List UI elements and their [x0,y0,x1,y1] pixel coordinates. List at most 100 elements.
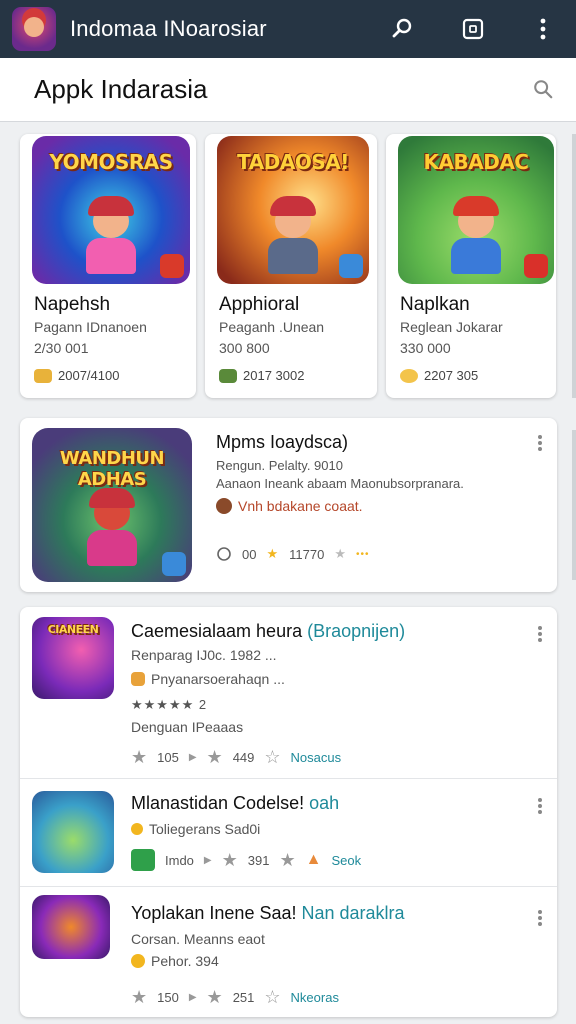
stat-label: Seok [331,852,362,868]
app-thumbnail: CIANEEN [32,617,114,699]
app-stats: ★ 105 ▶ ★ 449 ☆ Nosacus [131,747,341,768]
app-thumbnail [32,791,114,873]
artwork-title: KABADAC [423,150,529,174]
app-subtitle: Corsan. Meanns eaot [131,931,265,947]
app-title: Yoplakan Inene Saa! Nan daraklra [131,903,405,924]
search-icon[interactable] [532,78,554,105]
app-title: Indomaa INoarosiar [70,16,267,41]
title-accent: Nan daraklra [301,903,405,923]
app-title: Mpms Ioaydsca) [216,432,349,452]
next-card-peek [572,134,576,398]
top-bar-actions [388,14,558,44]
stat-value: 150 [157,990,179,1005]
app-downloads: 300 800 [219,340,270,356]
badge-icon [160,254,184,278]
meta-text: 2017 3002 [243,368,305,383]
tag-row: Pnyanarsoerahaqn ... [131,671,285,687]
app-list: CIANEEN Caemesialaam heura (Braopnijen) … [20,607,557,1017]
list-item[interactable]: Mlanastidan Codelse! oah Toliegerans Sad… [20,779,557,887]
title-text: Caemesialaam heura [131,621,303,641]
highlight-text: Vnh bdakane coaat. [238,498,363,514]
featured-app-card[interactable]: KABADAC Naplkan Reglean Jokarar 330 000 … [386,134,556,398]
search-icon[interactable] [388,14,418,44]
category-icon [34,368,52,383]
artwork-title: TADAOSA! [237,150,349,174]
app-stats: ★ 150 ▶ ★ 251 ☆ Nkeoras [131,987,339,1008]
badge-icon [524,254,548,278]
category-icon [400,368,418,383]
search-bar[interactable]: Appk Indarasia [0,58,576,122]
app-artwork: YOMOSRAS [32,136,190,284]
star-rating: ★★★★★ 2 [131,697,208,712]
flag-icon: ▶ [203,854,212,866]
search-query-text: Appk Indarasia [34,74,208,104]
badge-icon [339,254,363,278]
app-artwork: TADAOSA! [217,136,369,284]
category-icon [219,368,237,383]
star-icon: ★ [206,747,223,767]
tag-text: Pnyanarsoerahaqn ... [151,671,285,687]
star-icon: ★ [206,987,223,1007]
app-meta: 2007/4100 [34,368,119,383]
app-meta: 2207 305 [400,368,478,383]
app-name: Naplkan [400,294,470,315]
app-downloads: 330 000 [400,340,451,356]
meta-text: 2207 305 [424,368,479,383]
star-icon: ★ [221,849,238,870]
wide-app-card[interactable]: WANDHUN ADHAS Mpms Ioaydsca) Rengun. Pel… [20,418,557,592]
more-options-icon[interactable] [537,797,543,820]
app-title: Mlanastidan Codelse! oah [131,793,339,814]
more-options-icon[interactable] [537,625,543,648]
app-thumbnail [32,895,110,959]
stat-label: Nosacus [290,750,342,765]
stat-value: Imdo [165,852,194,868]
star-icon: ★ [266,546,280,561]
app-logo-icon[interactable] [12,7,56,51]
stat-value: 391 [247,852,270,868]
character-icon [77,486,147,566]
tag-text: Pehor. 394 [151,953,219,969]
artwork-title: YOMOSRAS [49,150,173,174]
star-icon: ★ [131,987,148,1007]
app-developer: Peaganh .Unean [219,319,325,335]
list-item[interactable]: Yoplakan Inene Saa! Nan daraklra Corsan.… [20,887,557,1017]
app-title: Caemesialaam heura (Braopnijen) [131,621,405,642]
rating-count: 11770 [289,546,325,562]
coin-icon [131,954,145,968]
featured-app-card[interactable]: TADAOSA! Apphioral Peaganh .Unean 300 80… [205,134,377,398]
featured-app-card[interactable]: YOMOSRAS Napehsh Pagann IDnanoen 2/30 00… [20,134,196,398]
star-icon: ★ [334,546,346,561]
person-icon: ▲ [305,851,322,868]
title-accent: oah [309,793,340,813]
star-outline-icon: ☆ [264,987,281,1007]
flag-icon: ▶ [188,752,197,763]
stat-value: 449 [232,750,255,765]
app-name: Apphioral [219,294,300,315]
title-accent: (Braopnijen) [307,621,406,641]
stat-label: Nkeoras [290,990,339,1005]
app-category: Denguan IPeaaas [131,719,244,735]
top-app-bar: Indomaa INoarosiar [0,0,576,58]
more-dots-icon: ••• [355,548,370,560]
app-subtitle: Toliegerans Sad0i [131,821,260,837]
highlight-row: Vnh bdakane coaat. [216,498,363,514]
character-icon [441,194,511,274]
app-stats: 00 ★ 11770 ★ ••• [216,546,369,562]
comment-count: 00 [242,546,257,562]
bulb-icon [131,823,143,835]
overflow-menu-icon[interactable] [528,14,558,44]
character-icon [76,194,146,274]
title-text: Mlanastidan Codelse! [131,793,305,813]
tag-icon [131,672,145,686]
title-text: Yoplakan Inene Saa! [131,903,297,923]
star-outline-icon: ☆ [264,747,281,767]
more-options-icon[interactable] [537,434,543,457]
app-stats: Imdo ▶ ★ 391 ★ ▲ Seok [131,849,361,871]
more-options-icon[interactable] [537,909,543,932]
next-card-peek [572,430,576,580]
square-icon[interactable] [458,14,488,44]
app-meta: 2017 3002 [219,368,304,383]
list-item[interactable]: CIANEEN Caemesialaam heura (Braopnijen) … [20,607,557,779]
comment-icon [217,547,231,561]
meta-text: 2007/4100 [58,368,120,383]
